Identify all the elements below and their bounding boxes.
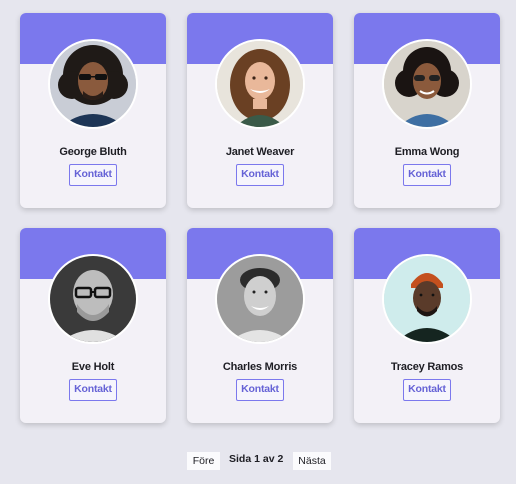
user-name: Charles Morris	[222, 361, 298, 373]
page-indicator: Sida 1 av 2	[229, 453, 284, 465]
contact-button[interactable]: Kontakt	[236, 379, 284, 401]
user-card: Eve Holt Kontakt	[20, 228, 166, 423]
user-name: George Bluth	[59, 146, 127, 158]
user-card: Emma Wong Kontakt	[354, 13, 500, 208]
person-photo-icon	[384, 256, 470, 342]
contact-button[interactable]: Kontakt	[403, 379, 451, 401]
avatar	[215, 254, 305, 344]
person-photo-icon	[217, 256, 303, 342]
contact-button[interactable]: Kontakt	[403, 164, 451, 186]
avatar	[48, 254, 138, 344]
user-card: Janet Weaver Kontakt	[187, 13, 333, 208]
user-name: Tracey Ramos	[390, 361, 464, 373]
user-card: Charles Morris Kontakt	[187, 228, 333, 423]
avatar	[382, 254, 472, 344]
person-photo-icon	[50, 41, 136, 127]
person-photo-icon	[50, 256, 136, 342]
avatar	[215, 39, 305, 129]
person-photo-icon	[217, 41, 303, 127]
next-page-button[interactable]: Nästa	[293, 452, 331, 470]
user-name: Emma Wong	[394, 146, 460, 158]
user-card-grid: George Bluth Kontakt Janet Weaver Kontak…	[20, 13, 500, 423]
avatar	[382, 39, 472, 129]
previous-page-button[interactable]: Före	[187, 452, 220, 470]
contact-button[interactable]: Kontakt	[236, 164, 284, 186]
pagination: Före Sida 1 av 2 Nästa	[0, 452, 516, 470]
user-name: Janet Weaver	[225, 146, 295, 158]
user-card: George Bluth Kontakt	[20, 13, 166, 208]
avatar	[48, 39, 138, 129]
person-photo-icon	[384, 41, 470, 127]
contact-button[interactable]: Kontakt	[69, 379, 117, 401]
user-card: Tracey Ramos Kontakt	[354, 228, 500, 423]
contact-button[interactable]: Kontakt	[69, 164, 117, 186]
user-name: Eve Holt	[71, 361, 115, 373]
